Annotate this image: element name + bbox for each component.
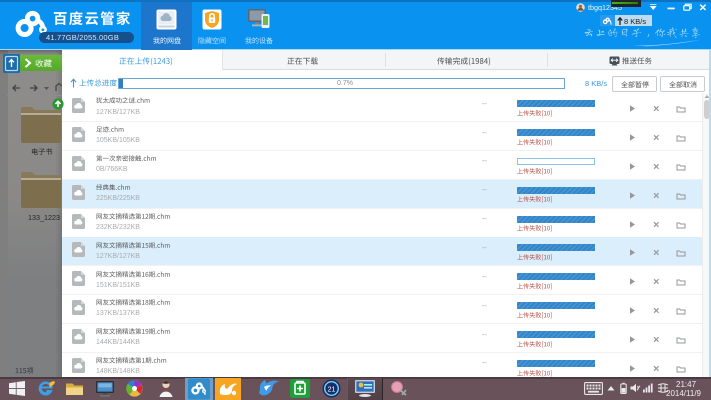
svg-text:21: 21 bbox=[328, 387, 336, 394]
